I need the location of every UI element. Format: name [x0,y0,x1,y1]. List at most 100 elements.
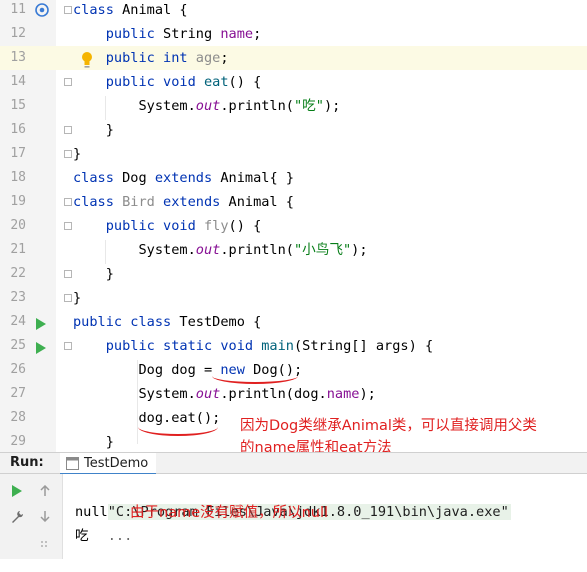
run-toolwindow-header: Run: TestDemo [0,452,587,475]
code-token: ; [253,26,262,42]
scroll-up-icon[interactable] [36,482,54,500]
fold-marker-icon[interactable] [64,78,72,86]
line-number: 26 [10,362,26,377]
null-annotation: 由于name没有赋值，所以null [130,505,329,521]
code-token: "小鸟飞" [294,242,352,258]
code-line[interactable]: 18 class Dog extends Animal{ } [0,166,587,190]
code-token: Animal { [122,2,188,18]
code-token: ; [220,50,229,66]
console-output-line: 吃 [75,528,89,544]
line-number: 12 [10,26,26,41]
code-token: public [73,218,164,234]
code-line[interactable]: 11 class Animal { [0,0,587,22]
run-main-icon[interactable] [36,342,46,354]
code-text: public static void main(String[] args) { [73,334,433,358]
code-text: } [73,430,114,452]
code-token: public [73,314,131,330]
code-text: System.out.println(dog.name); [73,382,376,406]
code-line[interactable]: 22 } [0,262,587,286]
code-line[interactable]: 17} [0,142,587,166]
grip-icon [36,536,54,554]
fold-marker-icon[interactable] [64,150,72,158]
code-token: eat [203,74,229,90]
code-token: name [220,26,254,42]
code-line[interactable]: 14 public void eat() { [0,70,587,94]
code-line[interactable]: 16 } [0,118,587,142]
code-token: () { [228,74,262,90]
code-token: ); [351,242,368,258]
line-number: 15 [10,98,26,113]
fold-marker-icon[interactable] [64,270,72,278]
code-token: out [195,386,221,402]
rerun-icon[interactable] [8,482,26,500]
code-token: "吃" [294,98,324,114]
code-token: Dog dog = [73,362,221,378]
line-number: 23 [10,290,26,305]
code-token: extends [154,170,221,186]
code-token: .println(dog. [220,386,327,402]
fold-marker-icon[interactable] [64,294,72,302]
code-token: void [163,218,204,234]
run-console[interactable]: "C:\Program Files\Java\jdk1.8.0_191\bin\… [0,474,587,559]
line-number: 19 [10,194,26,209]
code-token: Animal { [228,194,294,210]
fold-marker-icon[interactable] [64,222,72,230]
red-underline-new-dog [212,368,298,384]
code-text: } [73,118,114,142]
code-token: Bird [122,194,164,210]
scroll-down-icon[interactable] [36,507,54,525]
code-text: System.out.println("小鸟飞"); [73,238,368,262]
code-text: } [73,142,81,166]
lightbulb-icon[interactable] [80,51,94,69]
wrench-icon[interactable] [8,507,26,525]
fold-marker-icon[interactable] [64,198,72,206]
code-text: class Animal { [73,0,188,22]
code-token: String [163,26,221,42]
code-token: class [73,194,123,210]
run-tab-testdemo[interactable]: TestDemo [60,453,157,475]
run-class-icon[interactable] [36,318,46,330]
code-token: extends [163,194,229,210]
code-token: public [73,26,164,42]
code-token: } [73,146,82,162]
code-token: void [163,74,204,90]
code-token: .println( [220,242,294,258]
code-line[interactable]: 15 System.out.println("吃"); [0,94,587,118]
inherit-annotation-line1: 因为Dog类继承Animal类，可以直接调用父类 [240,418,537,434]
code-line[interactable]: 23} [0,286,587,310]
code-line[interactable]: 25 public static void main(String[] args… [0,334,587,358]
code-line[interactable]: 21 System.out.println("小鸟飞"); [0,238,587,262]
inherit-annotation-line2: 的name属性和eat方法 [240,440,392,452]
line-number: 16 [10,122,26,137]
line-number: 20 [10,218,26,233]
code-token: name [326,386,360,402]
implementation-marker-icon[interactable] [34,2,50,18]
code-token: public [73,74,164,90]
code-token: System. [73,242,196,258]
code-text: } [73,262,114,286]
fold-marker-icon[interactable] [64,126,72,134]
line-number: 21 [10,242,26,257]
line-number: 22 [10,266,26,281]
code-token: .println( [220,98,294,114]
code-editor[interactable]: 11 class Animal {12 public String name; 13… [0,0,587,452]
command-ellipsis[interactable]: ... [108,528,133,544]
fold-marker-icon[interactable] [64,6,72,14]
code-line[interactable]: 20 public void fly() { [0,214,587,238]
code-text: public void fly() { [73,214,262,238]
code-line[interactable]: 24 public class TestDemo { [0,310,587,334]
code-token: static [163,338,221,354]
code-line[interactable]: 12 public String name; [0,22,587,46]
indent-guide [105,240,106,264]
code-token: class [73,170,123,186]
code-line[interactable]: 27 System.out.println(dog.name); [0,382,587,406]
code-text: public void eat() { [73,70,262,94]
code-token: } [73,122,114,138]
code-text: public class TestDemo { [73,310,261,334]
code-line[interactable]: 19 class Bird extends Animal { [0,190,587,214]
fold-marker-icon[interactable] [64,342,72,350]
console-toolbar [0,474,63,559]
code-token: ); [359,386,376,402]
code-token: TestDemo { [179,314,262,330]
code-text: class Bird extends Animal { [73,190,294,214]
